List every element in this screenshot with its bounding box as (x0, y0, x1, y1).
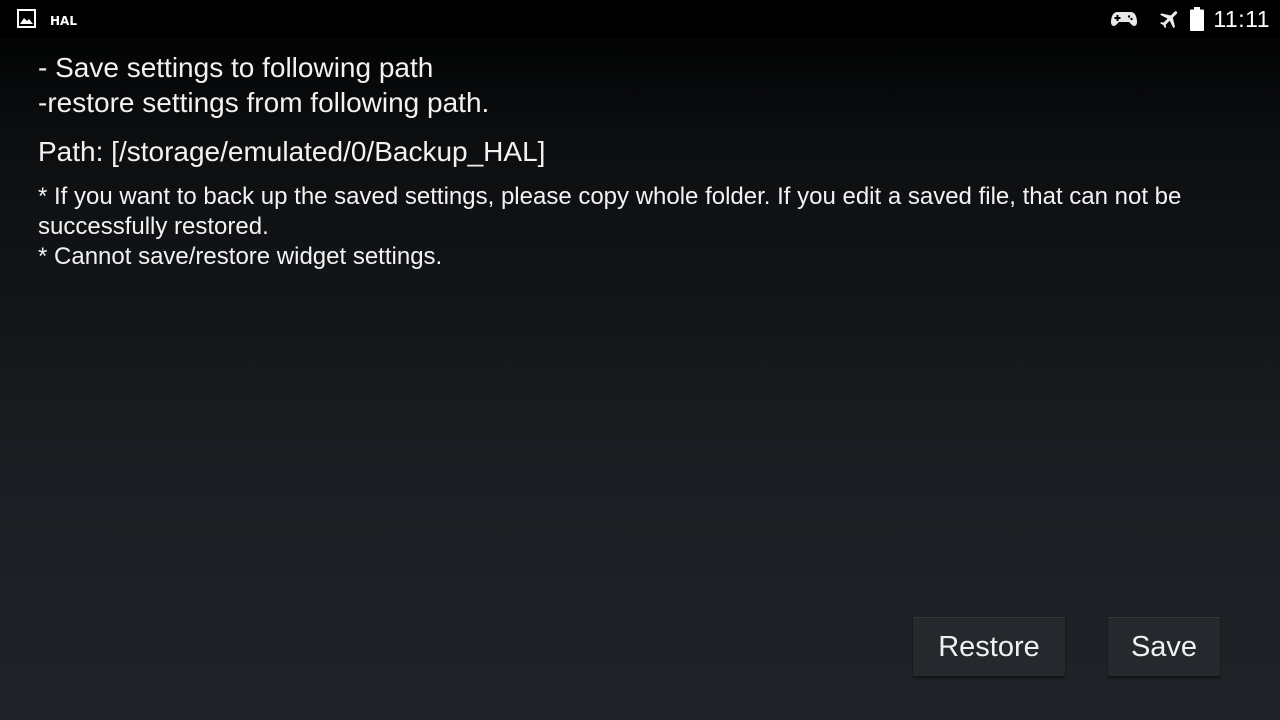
save-button[interactable]: Save (1108, 617, 1220, 677)
status-bar: HAL 11:11 (0, 0, 1280, 38)
save-description-line: - Save settings to following path (38, 52, 434, 83)
copy-folder-note: * If you want to back up the saved setti… (38, 183, 1182, 240)
gamepad-icon (1110, 9, 1138, 29)
backup-path-text: Path: [/storage/emulated/0/Backup_HAL] (38, 136, 546, 167)
restore-description-line: -restore settings from following path. (38, 87, 490, 118)
status-icons: 11:11 (1110, 4, 1270, 34)
notification-area: HAL (17, 9, 77, 33)
widget-settings-note: * Cannot save/restore widget settings. (38, 243, 443, 270)
notification-app-label: HAL (50, 14, 77, 28)
battery-icon (1190, 7, 1205, 31)
backup-description: - Save settings to following path -resto… (38, 50, 1258, 272)
image-icon (17, 9, 36, 33)
status-clock: 11:11 (1213, 5, 1270, 32)
restore-button[interactable]: Restore (913, 617, 1065, 677)
airplane-mode-icon (1158, 7, 1182, 31)
backup-notes: * If you want to back up the saved setti… (38, 182, 1258, 272)
